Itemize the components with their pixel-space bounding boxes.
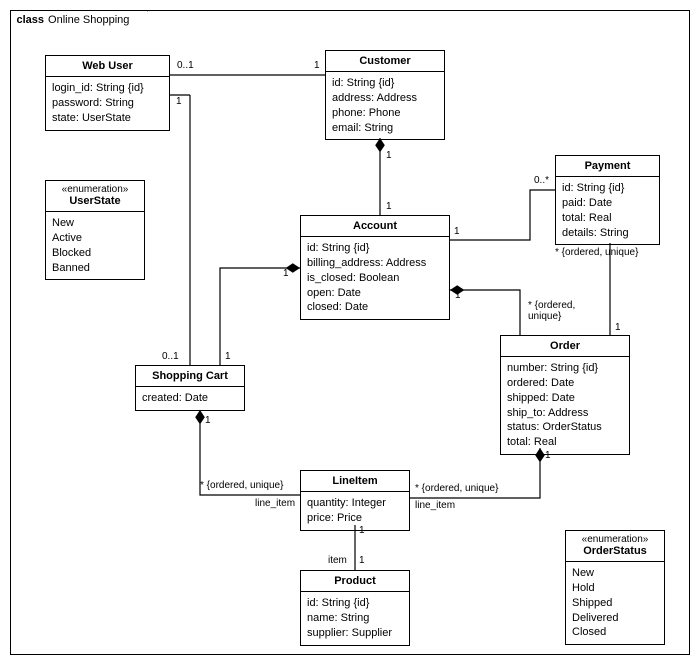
class-attrs: id: String {id} address: Address phone: … (326, 72, 444, 139)
mult-label: 1 (314, 60, 320, 71)
enum-stereotype: «enumeration» (46, 181, 144, 195)
role-label: line_item (415, 500, 455, 511)
class-customer: Customer id: String {id} address: Addres… (325, 50, 445, 140)
class-title: Account (301, 216, 449, 237)
class-attrs: created: Date (136, 387, 244, 410)
class-title: UserState (46, 195, 144, 212)
class-title: OrderStatus (566, 545, 664, 562)
role-label: line_item (255, 498, 295, 509)
class-title: Product (301, 571, 409, 592)
mult-label: 1 (386, 150, 392, 161)
mult-label: 1 (359, 555, 365, 566)
class-attrs: id: String {id} paid: Date total: Real d… (556, 177, 659, 244)
mult-label: 1 (615, 322, 621, 333)
class-attrs: login_id: String {id} password: String s… (46, 77, 169, 130)
class-title: LineItem (301, 471, 409, 492)
class-web-user: Web User login_id: String {id} password:… (45, 55, 170, 131)
mult-label: * {ordered, unique} (555, 247, 638, 258)
enum-user-state: «enumeration» UserState New Active Block… (45, 180, 145, 280)
role-label: item (328, 555, 347, 566)
mult-label: * {ordered, unique} (200, 480, 283, 491)
class-attrs: id: String {id} name: String supplier: S… (301, 592, 409, 645)
class-attrs: quantity: Integer price: Price (301, 492, 409, 530)
class-attrs: id: String {id} billing_address: Address… (301, 237, 449, 319)
class-title: Order (501, 336, 629, 357)
enum-stereotype: «enumeration» (566, 531, 664, 545)
class-account: Account id: String {id} billing_address:… (300, 215, 450, 320)
mult-label: 0..1 (177, 60, 194, 71)
class-line-item: LineItem quantity: Integer price: Price (300, 470, 410, 531)
mult-label: 0..1 (162, 351, 179, 362)
mult-label: 1 (359, 525, 365, 536)
mult-label: 1 (225, 351, 231, 362)
mult-label: 1 (545, 450, 551, 461)
class-order: Order number: String {id} ordered: Date … (500, 335, 630, 455)
mult-label: 1 (454, 226, 460, 237)
class-title: Payment (556, 156, 659, 177)
class-shopping-cart: Shopping Cart created: Date (135, 365, 245, 411)
frame-keyword: class (17, 14, 45, 26)
mult-label: 1 (205, 415, 211, 426)
class-attrs: New Active Blocked Banned (46, 212, 144, 279)
class-product: Product id: String {id} name: String sup… (300, 570, 410, 646)
mult-label: * {ordered, unique} (415, 483, 498, 494)
mult-label: 0..* (534, 175, 549, 186)
class-attrs: New Hold Shipped Delivered Closed (566, 562, 664, 644)
mult-label: 1 (386, 201, 392, 212)
mult-label: 1 (176, 96, 182, 107)
class-title: Customer (326, 51, 444, 72)
frame-name: Online Shopping (48, 14, 129, 26)
class-title: Shopping Cart (136, 366, 244, 387)
mult-label: * {ordered, unique} (528, 300, 575, 322)
class-payment: Payment id: String {id} paid: Date total… (555, 155, 660, 245)
frame-title-tab: class Online Shopping (10, 10, 149, 29)
class-title: Web User (46, 56, 169, 77)
mult-label: 1 (455, 290, 461, 301)
enum-order-status: «enumeration» OrderStatus New Hold Shipp… (565, 530, 665, 645)
class-attrs: number: String {id} ordered: Date shippe… (501, 357, 629, 454)
mult-label: 1 (283, 268, 289, 279)
